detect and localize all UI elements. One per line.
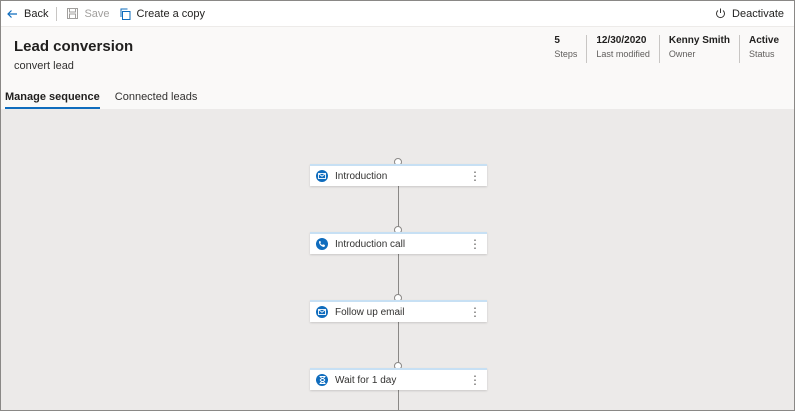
deactivate-button[interactable]: Deactivate	[709, 1, 788, 27]
more-options-icon[interactable]: ⋮	[469, 170, 481, 182]
sequence-canvas[interactable]: Introduction ⋮ Introduction call ⋮ Follo…	[1, 109, 794, 410]
meta-steps: 5 Steps	[545, 35, 586, 63]
sequence-designer-window: Back Save Create a copy Deactivate Lead …	[0, 0, 795, 411]
create-copy-label: Create a copy	[136, 7, 206, 20]
step-label: Introduction call	[335, 238, 406, 250]
save-icon	[65, 7, 79, 21]
meta-owner-value[interactable]: Kenny Smith	[669, 35, 730, 47]
step-card[interactable]: Introduction ⋮	[310, 164, 487, 186]
step-card[interactable]: Wait for 1 day ⋮	[310, 368, 487, 390]
header-metadata: 5 Steps 12/30/2020 Last modified Kenny S…	[545, 35, 788, 63]
meta-last-modified-value: 12/30/2020	[596, 35, 647, 46]
save-label: Save	[84, 7, 110, 20]
back-button[interactable]: Back	[1, 1, 52, 27]
meta-status-label: Status	[748, 49, 775, 59]
phone-icon	[316, 238, 328, 250]
tab-manage-sequence[interactable]: Manage sequence	[5, 91, 100, 109]
copy-icon	[118, 7, 132, 21]
hourglass-icon	[316, 374, 328, 386]
meta-steps-value: 5	[554, 35, 560, 46]
create-copy-button[interactable]: Create a copy	[114, 1, 209, 27]
power-icon	[713, 7, 727, 21]
save-button[interactable]: Save	[61, 1, 113, 27]
step-label: Follow up email	[335, 306, 405, 318]
tab-bar: Manage sequence Connected leads	[1, 85, 794, 109]
email-icon	[316, 170, 328, 182]
meta-owner: Kenny Smith Owner	[658, 35, 739, 63]
toolbar-divider	[56, 6, 58, 21]
meta-last-modified: 12/30/2020 Last modified	[586, 35, 659, 63]
record-header: Lead conversion convert lead 5 Steps 12/…	[1, 27, 794, 85]
more-options-icon[interactable]: ⋮	[469, 238, 481, 250]
step-card[interactable]: Introduction call ⋮	[310, 232, 487, 254]
meta-last-modified-label: Last modified	[596, 49, 650, 59]
tab-connected-leads[interactable]: Connected leads	[115, 91, 198, 109]
meta-owner-label: Owner	[668, 49, 696, 59]
step-card[interactable]: Follow up email ⋮	[310, 300, 487, 322]
back-label: Back	[24, 7, 49, 20]
deactivate-label: Deactivate	[732, 7, 784, 20]
meta-steps-label: Steps	[554, 49, 578, 59]
step-label: Introduction	[335, 170, 388, 182]
back-arrow-icon	[5, 7, 19, 21]
meta-status: Active Status	[738, 35, 788, 63]
more-options-icon[interactable]: ⋮	[469, 306, 481, 318]
command-bar: Back Save Create a copy Deactivate	[1, 1, 794, 27]
email-icon	[316, 306, 328, 318]
step-label: Wait for 1 day	[335, 374, 397, 386]
page-title: Lead conversion	[14, 38, 134, 55]
meta-status-value: Active	[748, 35, 779, 46]
page-subtitle: convert lead	[14, 60, 74, 72]
more-options-icon[interactable]: ⋮	[469, 374, 481, 386]
